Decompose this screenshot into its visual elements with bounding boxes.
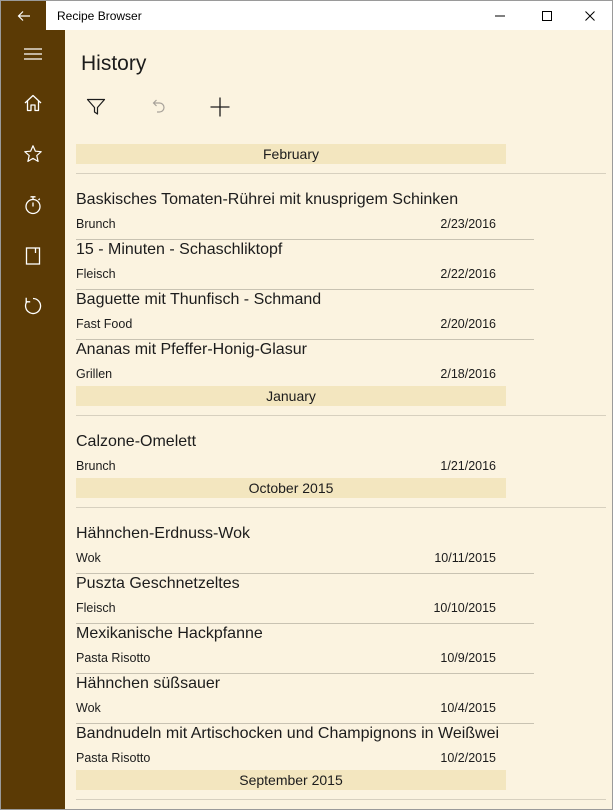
add-icon [210, 97, 230, 117]
recipe-title: Hähnchen-Erdnuss-Wok [76, 525, 251, 542]
maximize-icon [542, 11, 552, 21]
minimize-icon [495, 15, 505, 17]
recipe-category: Pasta Risotto [76, 651, 151, 665]
recipe-title: Ananas mit Pfeffer-Honig-Glasur [76, 341, 307, 358]
minimize-button[interactable] [477, 1, 523, 31]
list-item[interactable]: Hähnchen-Erdnuss-Wok Wok 10/11/2015 [76, 524, 534, 574]
recipe-category: Wok [76, 701, 101, 715]
title-bar: Recipe Browser [0, 0, 613, 31]
sidebar-item-home[interactable] [1, 79, 65, 127]
recipe-date: 2/20/2016 [440, 317, 496, 331]
recipe-date: 10/10/2015 [433, 601, 496, 615]
recipe-title: 15 - Minuten - Schaschliktopf [76, 241, 283, 258]
app-title: Recipe Browser [57, 9, 142, 23]
undo-button[interactable] [141, 92, 175, 122]
maximize-button[interactable] [524, 1, 570, 31]
close-button[interactable] [567, 1, 613, 31]
recipe-title: Mexikanische Hackpfanne [76, 625, 263, 642]
sidebar-item-timer[interactable] [1, 181, 65, 229]
group-header[interactable]: October 2015 [76, 478, 506, 498]
group-header[interactable]: September 2015 [76, 770, 506, 790]
sidebar-item-notebook[interactable] [1, 232, 65, 280]
recipe-date: 2/23/2016 [440, 217, 496, 231]
filter-button[interactable] [79, 92, 113, 122]
recipe-title: Bandnudeln mit Artischocken und Champign… [76, 725, 500, 742]
recipe-category: Fleisch [76, 267, 116, 281]
recipe-title: Hähnchen süßsauer [76, 675, 221, 692]
back-arrow-icon [17, 11, 30, 21]
list-item[interactable]: Ananas mit Pfeffer-Honig-Glasur Grillen … [76, 340, 534, 386]
list-item[interactable]: Calzone-Omelett Brunch 1/21/2016 [76, 432, 534, 478]
sidebar-item-favorites[interactable] [1, 130, 65, 178]
recipe-title: Calzone-Omelett [76, 433, 197, 450]
list-item[interactable]: Bandnudeln mit Artischocken und Champign… [76, 724, 534, 770]
recipe-category: Fleisch [76, 601, 116, 615]
filter-icon [86, 98, 106, 115]
recipe-date: 10/9/2015 [440, 651, 496, 665]
hamburger-menu-button[interactable] [1, 30, 65, 78]
recipe-date: 2/18/2016 [440, 367, 496, 381]
group-divider [76, 507, 606, 508]
history-icon [24, 297, 42, 315]
notebook-icon [25, 247, 41, 265]
hamburger-icon [24, 48, 42, 60]
list-item[interactable]: Puszta Geschnetzeltes Fleisch 10/10/2015 [76, 574, 534, 624]
recipe-title: Puszta Geschnetzeltes [76, 575, 240, 592]
main-content: History February Baskisches Tomaten-Rühr… [65, 30, 612, 809]
recipe-category: Pasta Risotto [76, 751, 151, 765]
recipe-category: Brunch [76, 217, 116, 231]
recipe-category: Brunch [76, 459, 116, 473]
recipe-date: 1/21/2016 [440, 459, 496, 473]
list-item[interactable]: Baguette mit Thunfisch - Schmand Fast Fo… [76, 290, 534, 340]
sidebar-item-history[interactable] [1, 282, 65, 330]
sidebar [1, 30, 65, 809]
star-icon [24, 145, 42, 162]
add-button[interactable] [203, 92, 237, 122]
list-item[interactable]: Mexikanische Hackpfanne Pasta Risotto 10… [76, 624, 534, 674]
back-button[interactable] [1, 1, 46, 31]
home-icon [24, 94, 42, 112]
recipe-title: Baskisches Tomaten-Rührei mit knusprigem… [76, 191, 459, 208]
recipe-title: Baguette mit Thunfisch - Schmand [76, 291, 322, 308]
recipe-date: 10/11/2015 [434, 551, 496, 565]
recipe-date: 10/4/2015 [440, 701, 496, 715]
group-header[interactable]: January [76, 386, 506, 406]
timer-icon [25, 196, 41, 215]
page-title: History [81, 52, 147, 75]
group-header[interactable]: February [76, 144, 506, 164]
group-divider [76, 799, 606, 800]
group-divider [76, 173, 606, 174]
recipe-category: Fast Food [76, 317, 133, 331]
group-divider [76, 415, 606, 416]
list-item[interactable]: Baskisches Tomaten-Rührei mit knusprigem… [76, 190, 534, 240]
recipe-date: 2/22/2016 [440, 267, 496, 281]
recipe-category: Grillen [76, 367, 113, 381]
history-list: February Baskisches Tomaten-Rührei mit k… [76, 144, 606, 809]
recipe-date: 10/2/2015 [440, 751, 496, 765]
undo-icon [152, 99, 165, 113]
close-icon [585, 11, 595, 21]
recipe-category: Wok [76, 551, 101, 565]
list-item[interactable]: Hähnchen süßsauer Wok 10/4/2015 [76, 674, 534, 724]
list-item[interactable]: 15 - Minuten - Schaschliktopf Fleisch 2/… [76, 240, 534, 290]
